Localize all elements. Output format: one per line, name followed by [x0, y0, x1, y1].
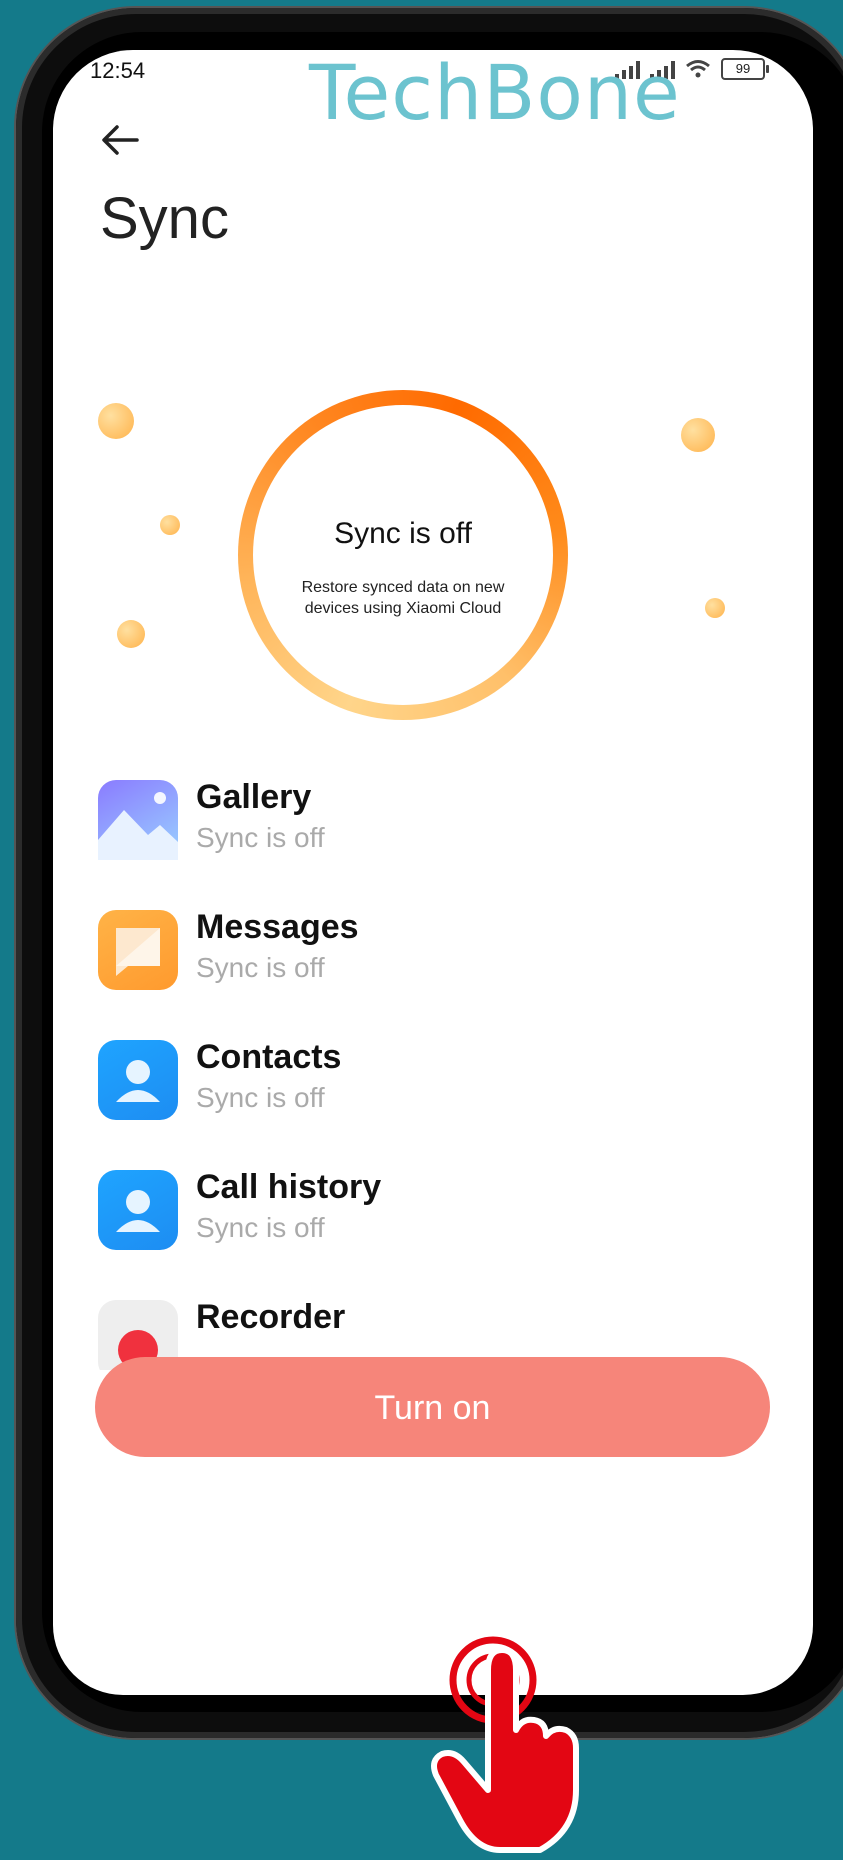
list-item-title: Messages	[196, 908, 359, 946]
gallery-icon	[98, 780, 178, 860]
back-arrow-icon	[102, 125, 139, 155]
sync-status-description: Restore synced data on new devices using…	[301, 579, 505, 617]
watermark: TechBone	[309, 50, 681, 137]
decorative-dot	[98, 403, 134, 439]
sync-status-ring: Sync is off Restore synced data on new d…	[238, 390, 568, 720]
list-item-status: Sync is off	[196, 822, 325, 853]
back-button[interactable]	[93, 110, 153, 170]
decorative-dot	[681, 418, 715, 452]
list-item-title: Gallery	[196, 778, 312, 816]
status-time: 12:54	[90, 58, 146, 83]
wifi-icon	[685, 59, 711, 79]
messages-icon	[98, 910, 178, 990]
decorative-dot	[160, 515, 180, 535]
turn-on-button[interactable]: Turn on	[95, 1357, 770, 1457]
list-item-contacts[interactable]: Contacts Sync is off	[53, 1030, 813, 1150]
sync-status-title: Sync is off	[334, 517, 472, 550]
list-item-title: Call history	[196, 1168, 382, 1206]
decorative-dot	[705, 598, 725, 618]
list-item-call-history[interactable]: Call history Sync is off	[53, 1160, 813, 1280]
sync-status-panel: Sync is off Restore synced data on new d…	[253, 405, 553, 705]
call-history-icon	[98, 1170, 178, 1250]
list-item-gallery[interactable]: Gallery Sync is off	[53, 770, 813, 890]
list-item-status: Sync is off	[196, 1212, 325, 1243]
pointing-hand-icon	[431, 1647, 579, 1853]
list-item-title: Contacts	[196, 1038, 342, 1076]
list-item-title: Recorder	[196, 1298, 346, 1336]
list-item-status: Sync is off	[196, 952, 325, 983]
list-item-messages[interactable]: Messages Sync is off	[53, 900, 813, 1020]
list-item-status: Sync is off	[196, 1082, 325, 1113]
contacts-icon	[98, 1040, 178, 1120]
page-title: Sync	[100, 186, 229, 251]
decorative-dot	[117, 620, 145, 648]
battery-icon: 99	[721, 58, 769, 80]
screen: 12:54 99 TechBone Sync Sync is off Resto…	[53, 50, 813, 1695]
